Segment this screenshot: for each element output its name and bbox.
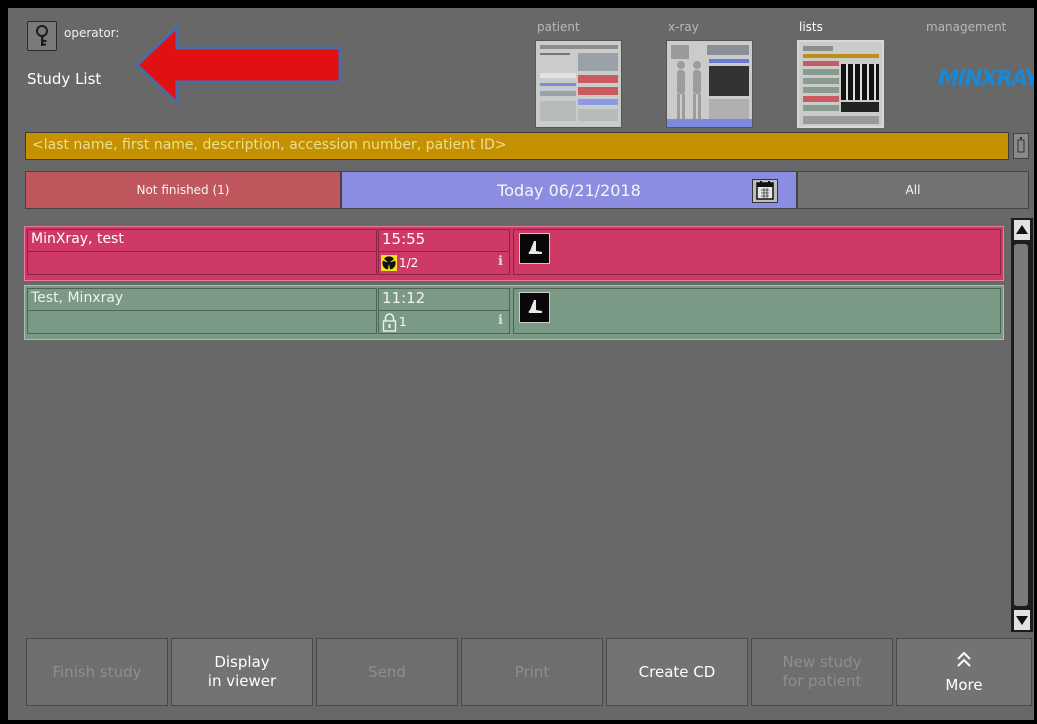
- send-button[interactable]: Send: [316, 638, 458, 706]
- study-description: [27, 310, 377, 334]
- annotation-arrow-icon: [134, 23, 342, 107]
- more-button[interactable]: More: [896, 638, 1032, 706]
- operator-key-button[interactable]: [27, 21, 57, 51]
- new-study-for-patient-button[interactable]: New study for patient: [751, 638, 893, 706]
- nav-tab-management[interactable]: management: [926, 20, 1006, 34]
- patient-name: MinXray, test: [27, 229, 377, 251]
- scroll-down-button[interactable]: [1014, 610, 1030, 630]
- nav-tab-x-ray[interactable]: x-ray: [666, 20, 753, 128]
- foot-xray-thumbnail[interactable]: [519, 292, 550, 323]
- more-label: More: [945, 675, 983, 694]
- triangle-down-icon: [1016, 616, 1028, 625]
- table-row[interactable]: Test, Minxray 11:12 1 ℹ: [24, 285, 1004, 340]
- new-study-label-line1: New study: [782, 653, 862, 671]
- page-title: Study List: [27, 70, 102, 88]
- image-count-cell: 1/2 ℹ: [378, 251, 510, 275]
- foot-icon: [528, 300, 542, 313]
- new-study-label: New study for patient: [782, 653, 861, 691]
- new-study-label-line2: for patient: [782, 672, 862, 690]
- image-strip: [513, 288, 1001, 334]
- key-icon: [36, 25, 48, 46]
- app-window: operator: Study List patient x-ray lists…: [8, 8, 1034, 720]
- study-list: MinXray, test 15:55 1/2 ℹ Test, Minxray …: [8, 218, 1011, 634]
- nav-tab-patient[interactable]: patient: [535, 20, 622, 128]
- lists-thumbnail: [797, 40, 884, 128]
- display-label-line2: in viewer: [207, 672, 277, 690]
- foot-xray-thumbnail[interactable]: [519, 233, 550, 264]
- table-row[interactable]: MinXray, test 15:55 1/2 ℹ: [24, 226, 1004, 281]
- info-icon[interactable]: ℹ: [498, 254, 503, 269]
- all-filter-button[interactable]: All: [797, 171, 1029, 209]
- nav-tab-label: patient: [537, 20, 580, 34]
- study-time: 11:12: [378, 288, 510, 310]
- radiation-icon: [381, 255, 397, 271]
- filter-bar: Not finished (1) Today 06/21/2018 All: [25, 171, 1029, 210]
- operator-label: operator:: [64, 26, 120, 40]
- study-description: [27, 251, 377, 275]
- date-filter-button[interactable]: Today 06/21/2018: [341, 171, 797, 209]
- list-scrollbar[interactable]: [1011, 218, 1033, 632]
- scroll-up-button[interactable]: [1014, 220, 1030, 240]
- nav-tab-lists[interactable]: lists: [797, 20, 884, 128]
- patient-thumbnail: [535, 40, 622, 128]
- search-input[interactable]: <last name, first name, description, acc…: [25, 132, 1009, 160]
- info-icon[interactable]: ℹ: [498, 313, 503, 328]
- display-label-line1: Display: [214, 653, 270, 671]
- date-filter-label: Today 06/21/2018: [497, 180, 641, 200]
- image-count: 1: [399, 315, 407, 329]
- calendar-icon: [756, 181, 774, 200]
- create-cd-button[interactable]: Create CD: [606, 638, 748, 706]
- finish-study-button[interactable]: Finish study: [26, 638, 168, 706]
- print-button[interactable]: Print: [461, 638, 603, 706]
- study-time: 15:55: [378, 229, 510, 251]
- image-strip: [513, 229, 1001, 275]
- info-icon: [1017, 137, 1025, 153]
- image-count-cell: 1 ℹ: [378, 310, 510, 334]
- nav-tab-label: lists: [799, 20, 823, 34]
- calendar-button[interactable]: [752, 179, 778, 203]
- x-ray-thumbnail: [666, 40, 753, 128]
- image-count: 1/2: [399, 256, 419, 270]
- foot-icon: [528, 241, 542, 254]
- not-finished-filter-button[interactable]: Not finished (1): [25, 171, 341, 209]
- lock-icon: [382, 313, 397, 332]
- scroll-thumb[interactable]: [1014, 244, 1028, 606]
- minxray-logo: MINXRAY: [938, 66, 1034, 90]
- display-in-viewer-label: Display in viewer: [208, 653, 276, 691]
- chevron-double-up-icon: [957, 651, 971, 667]
- display-in-viewer-button[interactable]: Display in viewer: [171, 638, 313, 706]
- action-toolbar: Finish study Display in viewer Send Prin…: [26, 638, 1032, 708]
- search-options-button[interactable]: [1013, 133, 1029, 159]
- triangle-up-icon: [1016, 225, 1028, 234]
- patient-name: Test, Minxray: [27, 288, 377, 310]
- nav-tab-label: x-ray: [668, 20, 699, 34]
